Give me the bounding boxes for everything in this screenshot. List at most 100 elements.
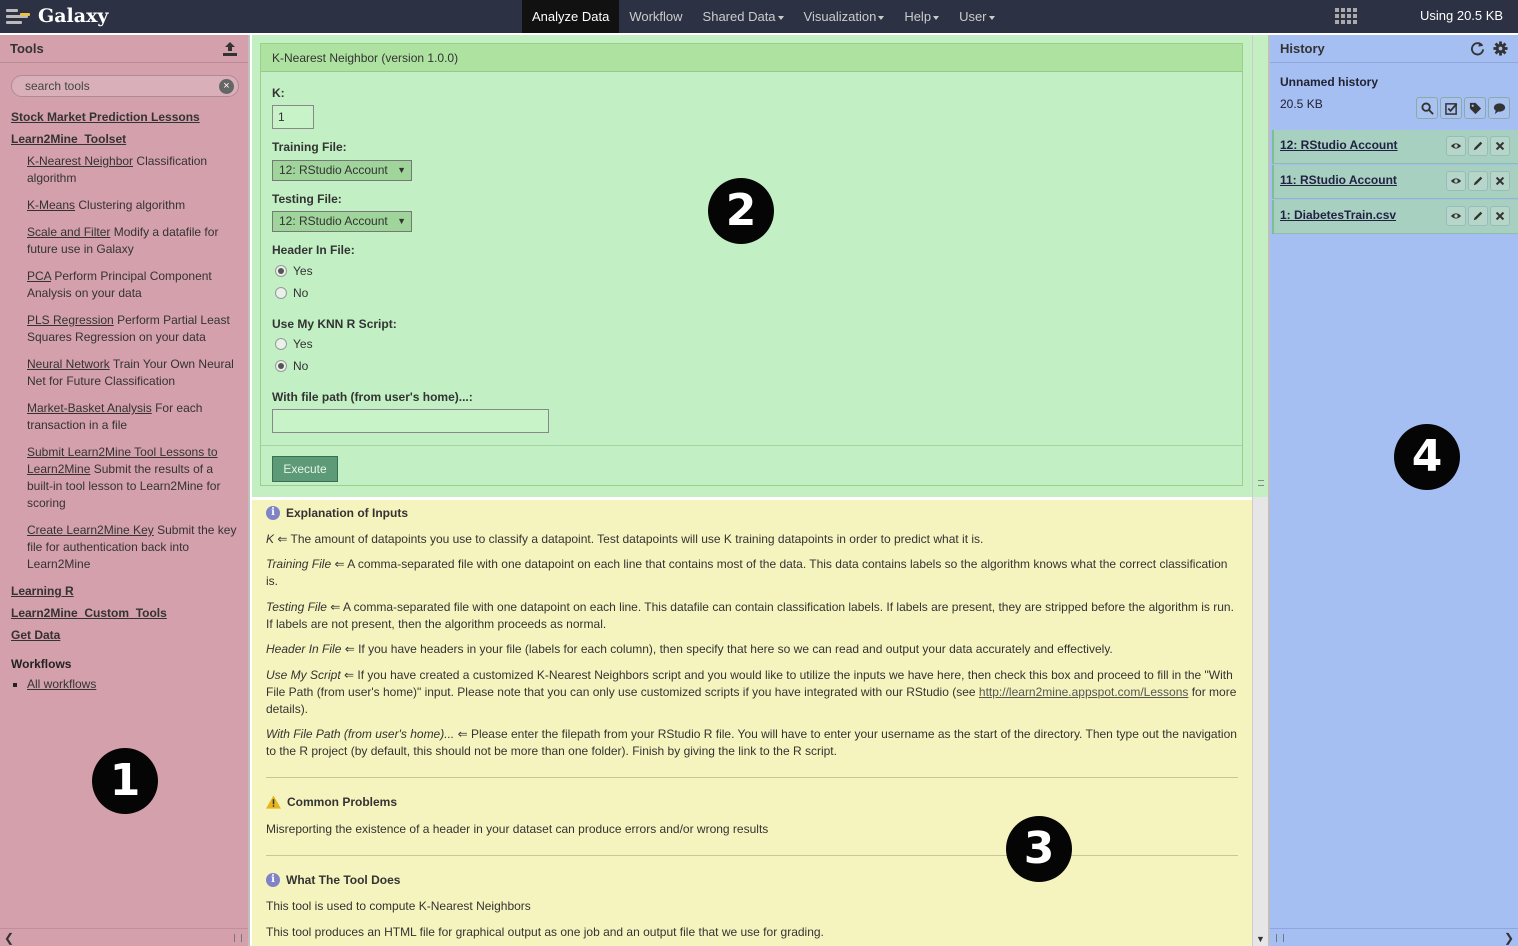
training-file-select[interactable]: 12: RStudio Account ▼: [272, 160, 412, 181]
callout-2: 2: [708, 178, 774, 244]
history-panel: History Unnamed history 20.5 KB 12: RStu…: [1268, 35, 1518, 946]
help-divider: [266, 777, 1238, 778]
radio-button[interactable]: [275, 360, 287, 372]
close-icon: [1495, 211, 1505, 221]
galaxy-logo-icon: [6, 5, 32, 27]
tool-item: PCA Perform Principal Component Analysis…: [27, 268, 241, 302]
tool-link-knn[interactable]: K-Nearest Neighbor: [27, 154, 133, 168]
problems-heading-text: Common Problems: [287, 795, 398, 809]
edit-dataset-button[interactable]: [1468, 136, 1488, 156]
view-dataset-button[interactable]: [1446, 171, 1466, 191]
radio-button[interactable]: [275, 265, 287, 277]
center-scrollbar[interactable]: ▼: [1252, 35, 1269, 946]
apps-grid-icon[interactable]: [1334, 7, 1357, 25]
tool-link-kmeans[interactable]: K-Means: [27, 198, 75, 212]
all-workflows-link[interactable]: All workflows: [27, 677, 96, 691]
nav-shared-data[interactable]: Shared Data: [693, 0, 794, 33]
gear-icon[interactable]: [1493, 41, 1508, 56]
help-term: With File Path (from user's home)...: [266, 727, 455, 741]
problems-heading: Common Problems: [266, 795, 397, 809]
nav-user[interactable]: User: [949, 0, 1004, 33]
section-learn2mine-toolset[interactable]: Learn2Mine_Toolset: [11, 131, 241, 147]
caret-down-icon: [777, 15, 784, 20]
dataset-item[interactable]: 12: RStudio Account: [1272, 130, 1518, 164]
help-term: Testing File: [266, 600, 327, 614]
view-dataset-button[interactable]: [1446, 206, 1466, 226]
file-path-input[interactable]: [272, 409, 549, 433]
list-item: All workflows: [27, 677, 241, 691]
select-datasets-button[interactable]: [1440, 97, 1462, 119]
clear-search-icon[interactable]: ×: [219, 79, 234, 94]
testing-file-value: 12: RStudio Account: [279, 214, 388, 228]
explanation-heading-text: Explanation of Inputs: [286, 506, 408, 520]
tool-desc: Perform Principal Component Analysis on …: [27, 269, 212, 300]
view-dataset-button[interactable]: [1446, 136, 1466, 156]
brand-title[interactable]: Galaxy: [38, 5, 108, 27]
radio-button[interactable]: [275, 338, 287, 350]
nav-visualization[interactable]: Visualization: [794, 0, 895, 33]
upload-icon[interactable]: [222, 41, 238, 57]
dataset-item[interactable]: 1: DiabetesTrain.csv: [1272, 200, 1518, 234]
search-datasets-button[interactable]: [1416, 97, 1438, 119]
dataset-title[interactable]: 1: DiabetesTrain.csv: [1280, 208, 1396, 222]
script-yes-option[interactable]: Yes: [275, 337, 313, 351]
chevron-right-icon[interactable]: ❯: [1504, 932, 1514, 944]
delete-dataset-button[interactable]: [1490, 136, 1510, 156]
delete-dataset-button[interactable]: [1490, 171, 1510, 191]
search-icon: [1420, 101, 1434, 115]
delete-dataset-button[interactable]: [1490, 206, 1510, 226]
help-item-script: Use My Script ⇐ If you have created a cu…: [266, 667, 1238, 718]
testing-file-label: Testing File:: [272, 192, 342, 206]
history-name[interactable]: Unnamed history: [1280, 75, 1378, 89]
chevron-down-icon[interactable]: ▼: [1256, 934, 1265, 944]
section-learning-r[interactable]: Learning R: [11, 583, 241, 599]
tools-panel-scrollbar[interactable]: ❮: [0, 928, 248, 946]
brand[interactable]: Galaxy: [6, 4, 108, 28]
chevron-left-icon[interactable]: ❮: [4, 932, 14, 944]
tool-link-market-basket[interactable]: Market-Basket Analysis: [27, 401, 152, 415]
dataset-item[interactable]: 11: RStudio Account: [1272, 165, 1518, 199]
masthead: Galaxy Analyze Data Workflow Shared Data…: [0, 0, 1518, 33]
section-get-data[interactable]: Get Data: [11, 627, 241, 643]
refresh-icon[interactable]: [1470, 41, 1485, 56]
tool-help: i Explanation of Inputs K ⇐ The amount o…: [252, 500, 1252, 946]
header-no-option[interactable]: No: [275, 286, 308, 300]
tool-link-neural-network[interactable]: Neural Network: [27, 357, 110, 371]
tool-link-pca[interactable]: PCA: [27, 269, 51, 283]
nav-help[interactable]: Help: [894, 0, 949, 33]
edit-dataset-button[interactable]: [1468, 206, 1488, 226]
center-panel: K-Nearest Neighbor (version 1.0.0) K: Tr…: [252, 35, 1269, 946]
dataset-title[interactable]: 11: RStudio Account: [1280, 173, 1397, 187]
tool-link-create-key[interactable]: Create Learn2Mine Key: [27, 523, 154, 537]
tool-search-input[interactable]: [12, 76, 238, 96]
callout-3: 3: [1006, 816, 1072, 882]
use-script-label: Use My KNN R Script:: [272, 317, 397, 331]
annotation-button[interactable]: [1488, 97, 1510, 119]
k-input[interactable]: [272, 105, 314, 129]
execute-button[interactable]: Execute: [272, 456, 338, 482]
nav-workflow[interactable]: Workflow: [619, 0, 692, 33]
edit-dataset-button[interactable]: [1468, 171, 1488, 191]
tool-item: Neural Network Train Your Own Neural Net…: [27, 356, 241, 390]
scrollbar-grip-icon[interactable]: [1258, 480, 1264, 486]
tool-link-scale-filter[interactable]: Scale and Filter: [27, 225, 110, 239]
scrollbar-track: [1253, 35, 1269, 497]
section-stock-market[interactable]: Stock Market Prediction Lessons: [11, 109, 241, 125]
tags-button[interactable]: [1464, 97, 1486, 119]
what-text-2: This tool produces an HTML file for grap…: [266, 925, 824, 939]
nav-analyze-data[interactable]: Analyze Data: [522, 0, 620, 33]
tool-item: PLS Regression Perform Partial Least Squ…: [27, 312, 241, 346]
testing-file-select[interactable]: 12: RStudio Account ▼: [272, 211, 412, 232]
script-no-option[interactable]: No: [275, 359, 308, 373]
lessons-link[interactable]: http://learn2mine.appspot.com/Lessons: [979, 685, 1188, 699]
tool-link-pls[interactable]: PLS Regression: [27, 313, 114, 327]
tool-form: K-Nearest Neighbor (version 1.0.0) K: Tr…: [260, 43, 1243, 486]
resize-grip-icon[interactable]: [234, 934, 242, 942]
tool-form-title: K-Nearest Neighbor (version 1.0.0): [261, 44, 1242, 72]
radio-button[interactable]: [275, 287, 287, 299]
resize-grip-icon[interactable]: [1276, 934, 1284, 942]
section-custom-tools[interactable]: Learn2Mine_Custom_Tools: [11, 605, 241, 621]
dataset-title[interactable]: 12: RStudio Account: [1280, 138, 1398, 152]
header-yes-option[interactable]: Yes: [275, 264, 313, 278]
history-panel-scrollbar[interactable]: ❯: [1270, 928, 1518, 946]
